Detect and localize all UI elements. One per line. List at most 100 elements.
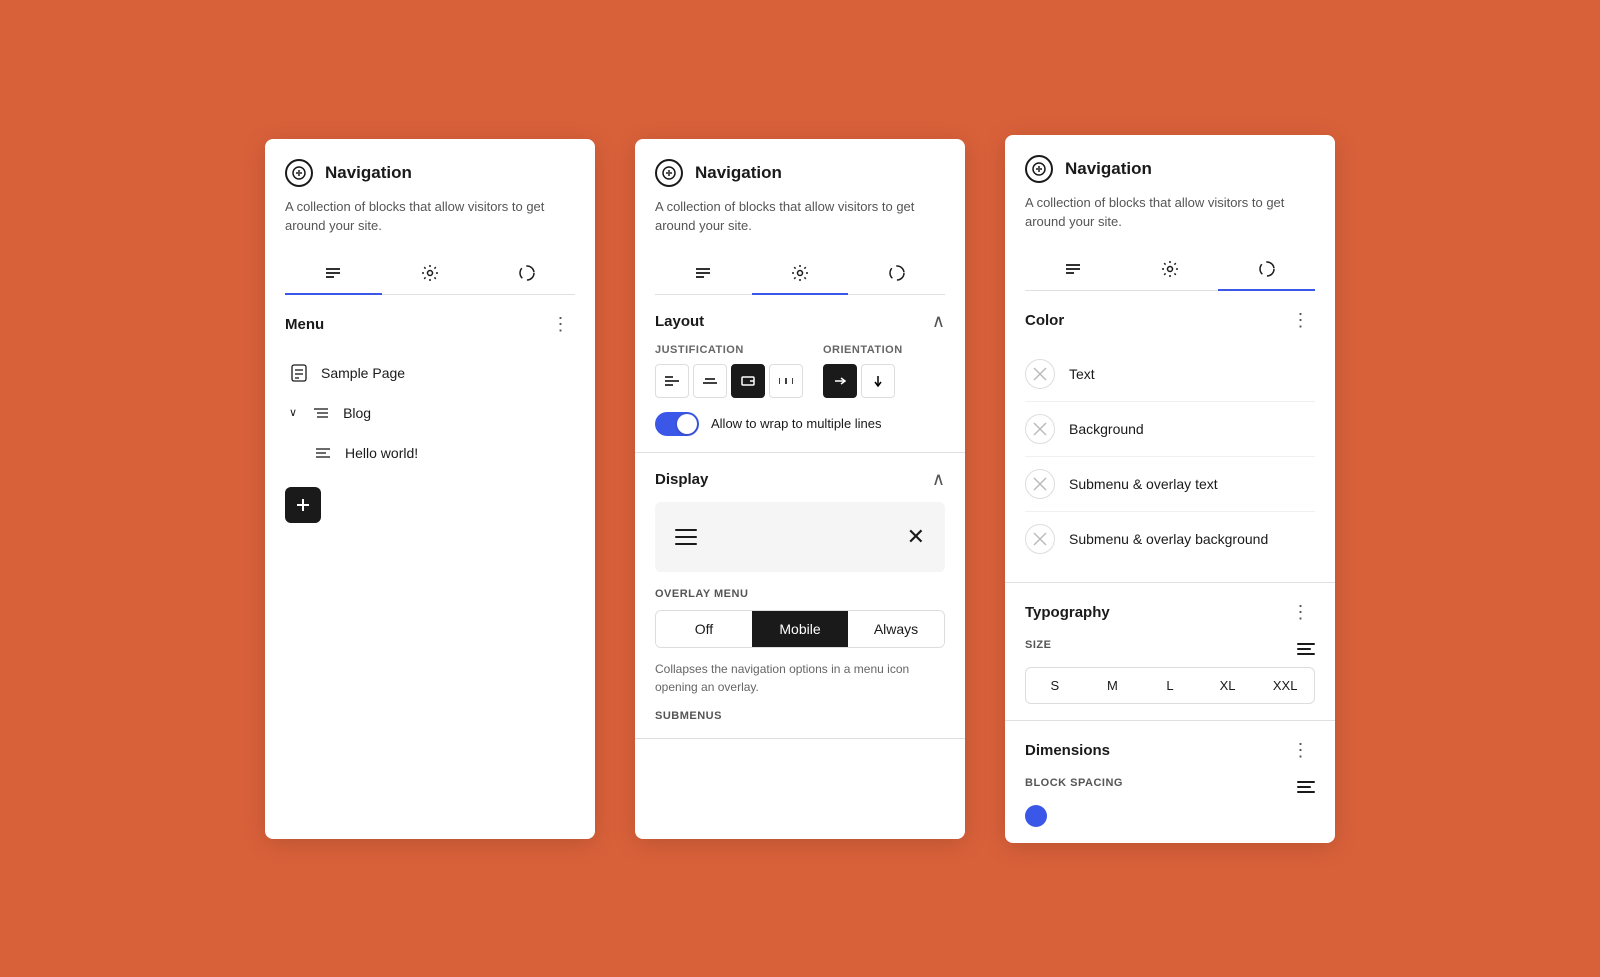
size-xxl-button[interactable]: XXL: [1256, 668, 1314, 703]
more-options-button[interactable]: ⋮: [1287, 599, 1315, 627]
adjust-icon: [1297, 781, 1315, 793]
panel-description: A collection of blocks that allow visito…: [655, 197, 945, 236]
submenus-label: SUBMENUS: [655, 710, 945, 722]
menu-item-label: Sample Page: [321, 365, 405, 381]
wrap-label: Allow to wrap to multiple lines: [711, 416, 882, 431]
hamburger-line: [675, 536, 697, 538]
block-spacing-label: BLOCK SPACING: [1025, 777, 1123, 789]
navigation-icon: [655, 159, 683, 187]
controls-row: JUSTIFICATION: [655, 344, 945, 398]
tab-settings[interactable]: [1122, 248, 1219, 290]
overlay-buttons: Off Mobile Always: [655, 610, 945, 648]
size-m-button[interactable]: M: [1084, 668, 1142, 703]
tab-settings[interactable]: [382, 252, 479, 294]
overlay-off-button[interactable]: Off: [656, 611, 752, 647]
orientation-label: ORIENTATION: [823, 344, 945, 356]
panel-title: Navigation: [1065, 159, 1152, 179]
layout-section: Layout ∧ JUSTIFICATION: [635, 295, 965, 453]
list-item[interactable]: ∨ Blog: [285, 395, 575, 431]
hamburger-line: [675, 543, 697, 545]
tab-bar: [285, 252, 575, 295]
toggle-knob: [677, 414, 697, 434]
collapse-button[interactable]: ∧: [932, 311, 945, 332]
page-icon: [289, 363, 309, 383]
sub-menu: Hello world!: [285, 435, 575, 471]
justification-group: JUSTIFICATION: [655, 344, 803, 398]
tab-settings[interactable]: [752, 252, 849, 294]
title-row: Navigation: [655, 159, 945, 187]
orientation-buttons: [823, 364, 945, 398]
more-options-button[interactable]: ⋮: [547, 311, 575, 339]
section-title: Menu: [285, 316, 324, 333]
color-label: Text: [1069, 366, 1095, 382]
size-selector: S M L XL XXL: [1025, 667, 1315, 704]
display-preview: ✕: [655, 502, 945, 572]
overlay-label: OVERLAY MENU: [655, 588, 945, 600]
menu-content: Menu ⋮ Sample Page ∨: [265, 295, 595, 539]
section-row: Display ∧: [655, 469, 945, 490]
submenu-icon: [311, 403, 331, 423]
section-row: Typography ⋮: [1025, 599, 1315, 627]
tab-list[interactable]: [285, 252, 382, 294]
display-section: Display ∧ ✕ OVERLAY MENU Off Mobile Alwa…: [635, 453, 965, 739]
tab-list[interactable]: [655, 252, 752, 294]
collapse-button[interactable]: ∧: [932, 469, 945, 490]
color-title: Color: [1025, 312, 1064, 329]
adjust-line: [1297, 781, 1315, 783]
overlay-always-button[interactable]: Always: [848, 611, 944, 647]
add-menu-item-button[interactable]: [285, 487, 321, 523]
wrap-toggle[interactable]: [655, 412, 699, 436]
adjust-line: [1297, 648, 1311, 650]
adjust-icon: [1297, 643, 1315, 655]
justify-left-button[interactable]: [655, 364, 689, 398]
menu-item-label: Blog: [343, 405, 371, 421]
adjust-line: [1297, 643, 1315, 645]
dimensions-title: Dimensions: [1025, 742, 1110, 759]
justification-buttons: [655, 364, 803, 398]
color-item-text[interactable]: Text: [1025, 347, 1315, 402]
title-row: Navigation: [285, 159, 575, 187]
panel-title: Navigation: [325, 163, 412, 183]
list-item[interactable]: Hello world!: [309, 435, 575, 471]
more-options-button[interactable]: ⋮: [1287, 307, 1315, 335]
more-options-button[interactable]: ⋮: [1287, 737, 1315, 765]
hamburger-icon: [675, 529, 697, 545]
tab-styles[interactable]: [1218, 248, 1315, 290]
tab-styles[interactable]: [478, 252, 575, 294]
orient-horizontal-button[interactable]: [823, 364, 857, 398]
color-section: Color ⋮ Text Background: [1005, 291, 1335, 583]
navigation-icon: [1025, 155, 1053, 183]
overlay-mobile-button[interactable]: Mobile: [752, 611, 848, 647]
orient-vertical-button[interactable]: [861, 364, 895, 398]
navigation-icon: [285, 159, 313, 187]
layout-panel: Navigation A collection of blocks that a…: [635, 139, 965, 839]
color-panel: Navigation A collection of blocks that a…: [1005, 135, 1335, 843]
layout-title: Layout: [655, 313, 704, 330]
justify-center-button[interactable]: [693, 364, 727, 398]
orientation-group: ORIENTATION: [823, 344, 945, 398]
hamburger-line: [675, 529, 697, 531]
size-xl-button[interactable]: XL: [1199, 668, 1257, 703]
chevron-icon: ∨: [289, 406, 297, 419]
size-l-button[interactable]: L: [1141, 668, 1199, 703]
justify-right-fill-button[interactable]: [731, 364, 765, 398]
tab-list[interactable]: [1025, 248, 1122, 290]
list-item[interactable]: Sample Page: [285, 355, 575, 391]
color-item-submenu-background[interactable]: Submenu & overlay background: [1025, 512, 1315, 566]
typography-title: Typography: [1025, 604, 1110, 621]
post-icon: [313, 443, 333, 463]
block-spacing-indicator[interactable]: [1025, 805, 1047, 827]
color-swatch: [1025, 359, 1055, 389]
color-item-background[interactable]: Background: [1025, 402, 1315, 457]
title-row: Navigation: [1025, 155, 1315, 183]
typography-section: Typography ⋮ SIZE S M L XL XXL: [1005, 583, 1335, 721]
block-spacing-control: [1025, 805, 1315, 827]
tab-styles[interactable]: [848, 252, 945, 294]
justify-space-button[interactable]: [769, 364, 803, 398]
menu-panel: Navigation A collection of blocks that a…: [265, 139, 595, 839]
dimensions-section: Dimensions ⋮ BLOCK SPACING: [1005, 721, 1335, 843]
panel-header: Navigation A collection of blocks that a…: [1005, 135, 1335, 291]
tab-bar: [1025, 248, 1315, 291]
color-item-submenu-text[interactable]: Submenu & overlay text: [1025, 457, 1315, 512]
size-s-button[interactable]: S: [1026, 668, 1084, 703]
